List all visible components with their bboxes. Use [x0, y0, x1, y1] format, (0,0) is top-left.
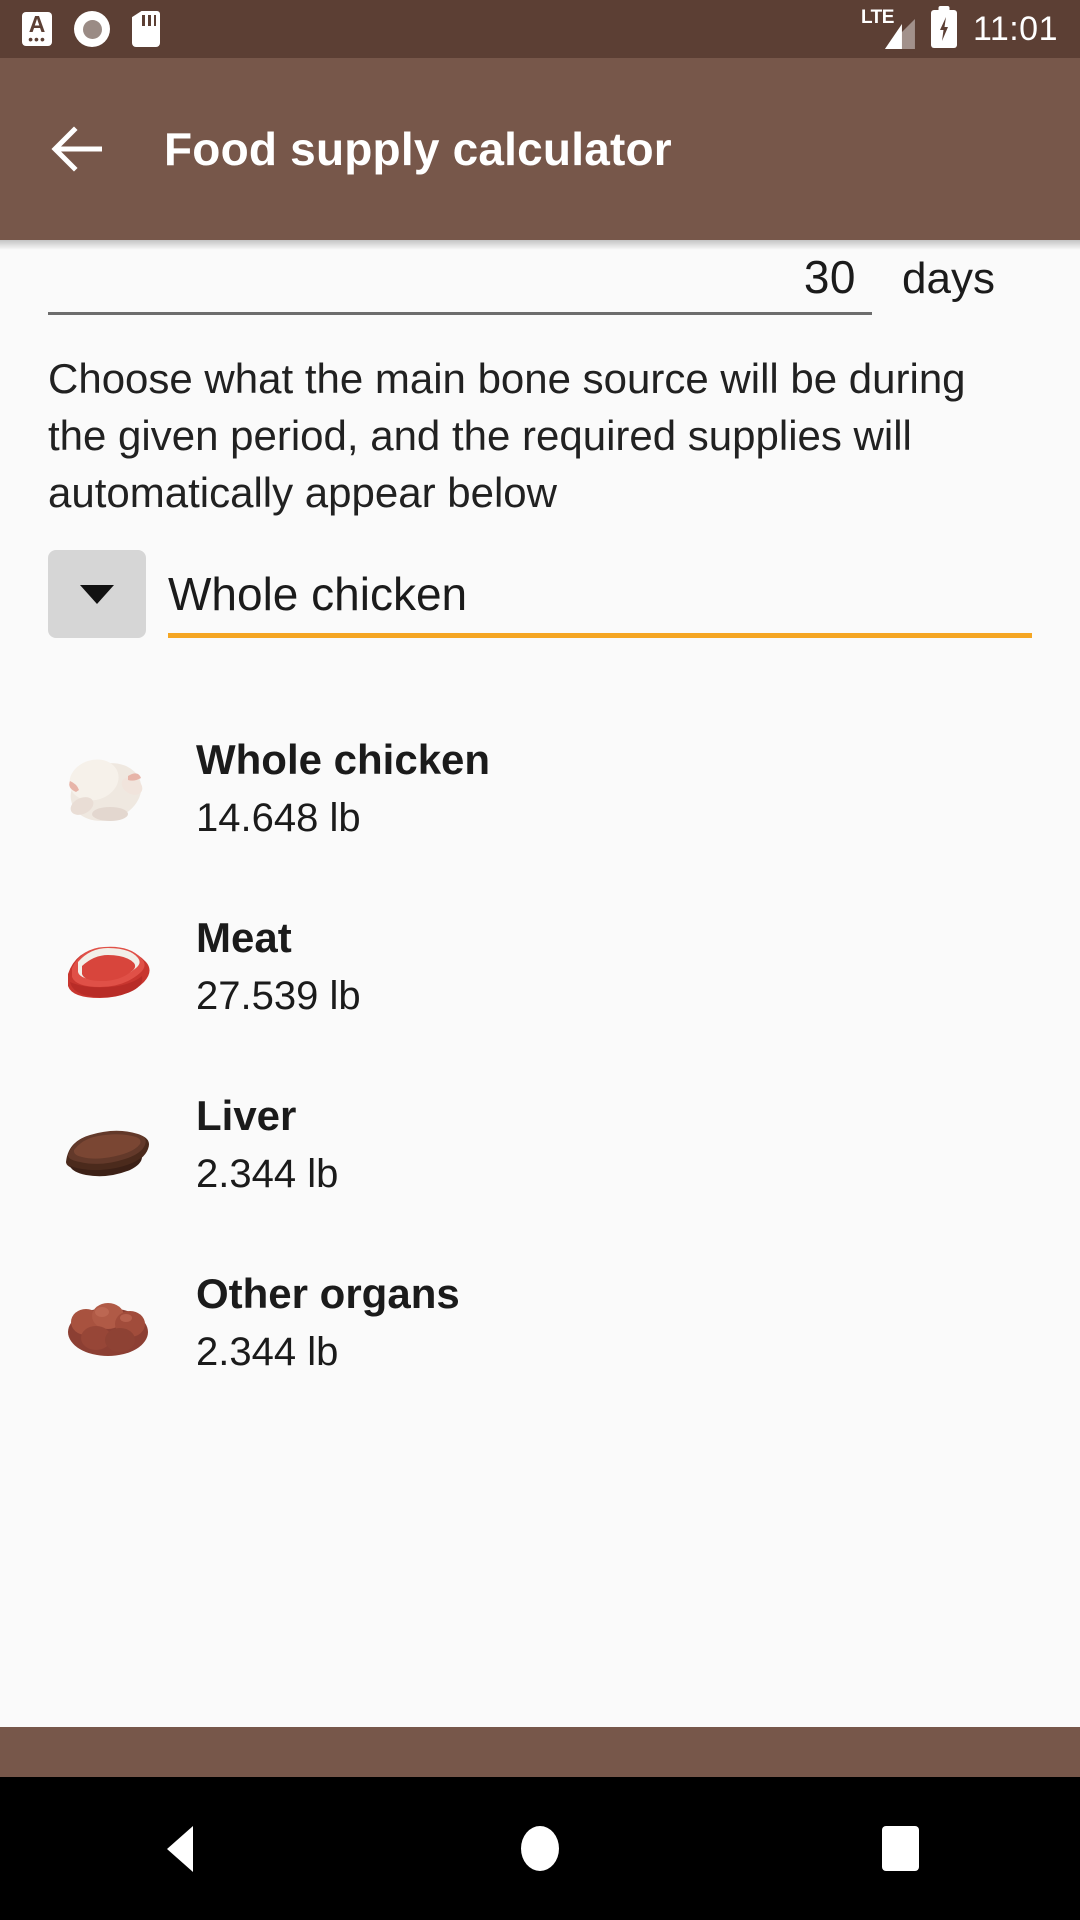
home-circle-icon	[521, 1826, 559, 1871]
keyboard-icon: A •••	[22, 12, 52, 46]
bone-source-spinner[interactable]: Whole chicken	[0, 550, 1080, 638]
list-item-name: Other organs	[196, 1270, 460, 1317]
list-item-amount: 27.539 lb	[196, 974, 361, 1018]
phone-screen: A ••• LTE 11:01 Food supply calculator 3…	[0, 0, 1080, 1920]
appbar-shadow	[0, 240, 1080, 250]
chevron-down-glyph	[80, 584, 114, 604]
organs-image	[48, 1268, 168, 1378]
list-item: Liver 2.344 lb	[0, 1056, 1080, 1234]
system-navigation-bar	[0, 1777, 1080, 1920]
disc-icon	[74, 11, 110, 47]
list-item: Whole chicken 14.648 lb	[0, 700, 1080, 878]
days-input-row: 30 days	[0, 250, 1080, 315]
list-item-text: Meat 27.539 lb	[196, 912, 361, 1022]
whole-chicken-image	[48, 734, 168, 844]
battery-charging-icon	[930, 10, 957, 48]
page-title: Food supply calculator	[164, 123, 672, 175]
list-item-text: Other organs 2.344 lb	[196, 1268, 460, 1378]
sd-card-icon	[132, 11, 160, 47]
bone-source-value-field[interactable]: Whole chicken	[168, 550, 1032, 638]
nav-recents-button[interactable]	[720, 1777, 1080, 1920]
list-item-amount: 2.344 lb	[196, 1330, 339, 1374]
list-item: Meat 27.539 lb	[0, 878, 1080, 1056]
list-item-text: Liver 2.344 lb	[196, 1090, 338, 1200]
list-item: Other organs 2.344 lb	[0, 1234, 1080, 1412]
nav-home-button[interactable]	[360, 1777, 720, 1920]
signal-icon: LTE	[860, 7, 915, 49]
list-item-name: Meat	[196, 914, 292, 961]
list-item-name: Liver	[196, 1092, 297, 1139]
liver-image	[48, 1090, 168, 1200]
bottom-accent-strip	[0, 1727, 1080, 1777]
nav-back-button[interactable]	[0, 1777, 360, 1920]
list-item-name: Whole chicken	[196, 736, 491, 783]
status-bar-left-icons: A •••	[22, 11, 160, 47]
keyboard-icon-dots: •••	[28, 31, 46, 47]
meat-steak-image	[48, 912, 168, 1022]
app-bar: Food supply calculator	[0, 58, 1080, 240]
days-input[interactable]: 30	[48, 250, 872, 315]
list-item-amount: 2.344 lb	[196, 1152, 339, 1196]
bone-source-selected-label: Whole chicken	[168, 568, 468, 620]
list-item-amount: 14.648 lb	[196, 796, 361, 840]
back-triangle-icon	[167, 1825, 193, 1872]
supply-results-list: Whole chicken 14.648 lb Meat 27.539 lb L…	[0, 700, 1080, 1412]
recents-square-icon	[881, 1826, 919, 1871]
back-arrow-icon[interactable]	[48, 119, 108, 179]
list-item-text: Whole chicken 14.648 lb	[196, 734, 490, 844]
network-type-label: LTE	[860, 7, 894, 28]
days-unit-label: days	[902, 254, 995, 303]
main-content: 30 days Choose what the main bone source…	[0, 240, 1080, 1727]
status-bar-right-icons: LTE 11:01	[860, 7, 1058, 49]
status-bar: A ••• LTE 11:01	[0, 0, 1080, 58]
clock-label: 11:01	[972, 9, 1058, 48]
helper-text: Choose what the main bone source will be…	[48, 355, 966, 516]
chevron-down-icon[interactable]	[48, 550, 146, 638]
days-input-value: 30	[803, 251, 856, 303]
